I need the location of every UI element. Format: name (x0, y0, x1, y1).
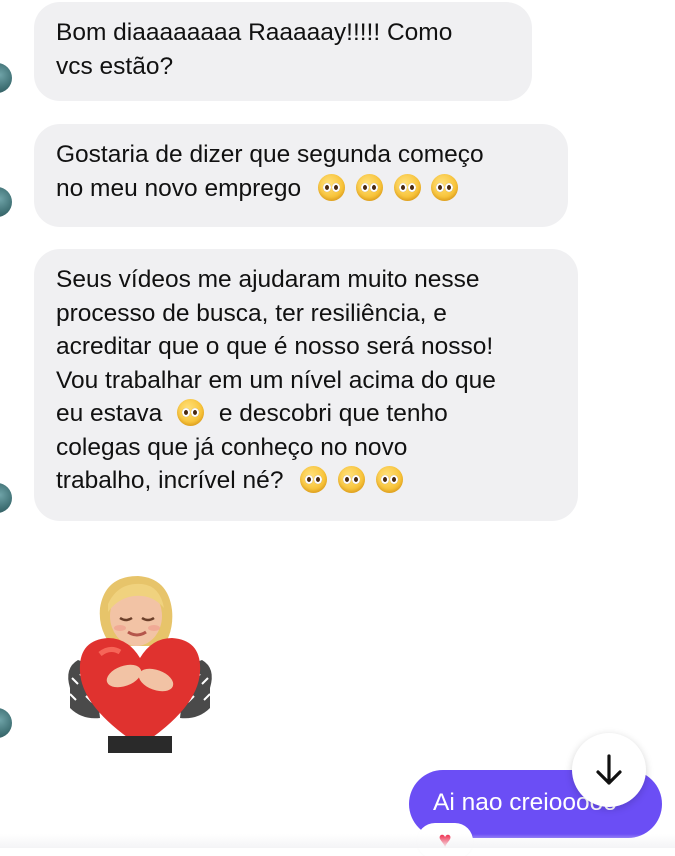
message-text-line: Seus vídeos me ajudaram muito nesse (56, 266, 480, 293)
message-text-line: colegas que já conheço no novo (56, 433, 408, 461)
message-text-line: vcs estão? (56, 52, 174, 80)
incoming-message-bubble[interactable]: Bom diaaaaaaaa Raaaaay!!!!! Como vcs est… (34, 2, 532, 101)
message-text-line: Gostaria de dizer que segunda começo (56, 141, 484, 168)
pleading-face-emoji-icon (317, 173, 345, 201)
sender-avatar[interactable] (0, 483, 12, 513)
message-text-line: Bom diaaaaaaaa Raaaaay!!!!! Como (56, 19, 453, 46)
pleading-face-emoji-icon (431, 173, 459, 201)
pleading-face-emoji-icon (177, 399, 205, 426)
scroll-to-bottom-button[interactable] (572, 733, 646, 807)
pleading-face-emoji-icon (375, 466, 403, 493)
message-text-line: processo de busca, ter resiliência, e (56, 299, 447, 327)
message-text-line: Vou trabalhar em um nível acima do que (56, 366, 496, 394)
arrow-down-icon (596, 754, 622, 785)
pleading-face-emoji-icon (300, 466, 328, 493)
incoming-message-bubble[interactable]: Seus vídeos me ajudaram muito nesse proc… (34, 249, 578, 521)
sticker-illustration (68, 576, 212, 753)
pleading-face-emoji-icon (338, 466, 366, 493)
composer-edge (0, 834, 675, 848)
sender-avatar[interactable] (0, 708, 12, 738)
message-text-line: no meu novo emprego (56, 174, 302, 202)
pleading-face-emoji-icon (393, 173, 421, 201)
pleading-face-emoji-icon (355, 173, 383, 201)
message-text-line: acreditar que o que é nosso será nosso! (56, 333, 494, 360)
incoming-message-bubble[interactable]: Gostaria de dizer que segunda começo no … (34, 124, 568, 227)
avatar-hugging-heart-sticker[interactable] (60, 568, 220, 753)
message-text-line: trabalho, incrível né? (56, 467, 284, 494)
message-text-line: e descobri que tenho (218, 400, 448, 427)
sender-avatar[interactable] (0, 187, 12, 217)
sender-avatar[interactable] (0, 63, 12, 93)
message-text-line: eu estava (56, 400, 163, 427)
